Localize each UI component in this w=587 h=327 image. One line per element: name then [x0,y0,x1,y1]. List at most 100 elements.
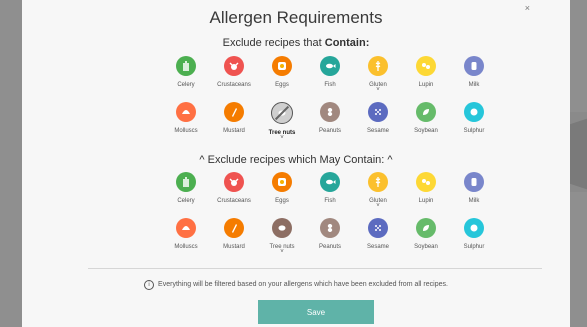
save-button[interactable]: Save [258,300,374,324]
tree-nuts-icon[interactable] [271,102,293,124]
soybean-icon[interactable] [416,218,436,238]
may-contain-heading[interactable]: ^ Exclude recipes which May Contain: ^ [22,154,570,166]
modal-title: Allergen Requirements [209,8,383,27]
gluten-icon[interactable] [368,172,388,192]
allergen-item[interactable]: Soybean [402,218,450,264]
sesame-icon[interactable] [368,102,388,122]
allergen-label: Crustaceans [217,82,251,88]
celery-icon[interactable] [176,56,196,76]
allergen-label: Celery [177,198,195,204]
allergen-row: Celery Crustaceans Eggs Fish Gluten ˅ Lupin Mil… [162,56,498,102]
milk-icon[interactable] [464,172,484,192]
allergen-label: Milk [468,198,480,204]
allergen-label: Sesame [366,244,389,250]
allergen-item[interactable]: Eggs [258,172,306,218]
eggs-icon[interactable] [272,56,292,76]
chevron-down-icon[interactable]: ˅ [376,203,380,209]
allergen-label: Peanuts [318,244,342,250]
may-contain-bold: May Contain: [319,154,385,166]
contain-heading-prefix: Exclude recipes that [222,37,325,49]
fish-icon[interactable] [320,56,340,76]
may-contain-prefix: ^ Exclude recipes which [199,154,320,166]
info-icon: i [144,280,155,290]
crustaceans-icon[interactable] [224,172,244,192]
sesame-icon[interactable] [368,218,388,238]
allergen-item[interactable]: Peanuts [306,102,354,148]
gluten-icon[interactable] [368,56,388,76]
allergen-row: Molluscs Mustard Tree nuts ˅ Peanuts Sesame So… [162,102,498,148]
allergen-item[interactable]: Gluten ˅ [354,56,402,102]
allergen-item[interactable]: Sulphur [450,218,498,264]
allergen-item[interactable]: Sesame [354,218,402,264]
info-text: Everything will be filtered based on you… [158,281,448,288]
info-note: i Everything will be filtered based on yo… [22,280,570,290]
crustaceans-icon[interactable] [224,56,244,76]
allergen-label: Lupin [418,82,434,88]
chevron-down-icon[interactable]: ˅ [280,135,284,141]
allergen-item[interactable]: Eggs [258,56,306,102]
allergen-item[interactable]: Soybean [402,102,450,148]
allergen-item[interactable]: Lupin [402,172,450,218]
allergen-item[interactable]: Lupin [402,56,450,102]
allergen-label: Soybean [414,244,438,250]
allergen-row: Molluscs Mustard Tree nuts ˅ Peanuts Sesame So… [162,218,498,264]
molluscs-icon[interactable] [176,218,196,238]
allergen-label: Crustaceans [217,198,251,204]
contain-heading: Exclude recipes that Contain: [22,37,570,49]
allergen-label: Molluscs [174,128,198,134]
may-contain-allergen-grid: Celery Crustaceans Eggs Fish Gluten ˅ Lupin Mil… [162,172,498,264]
tree-nuts-icon[interactable] [272,218,292,238]
allergen-label: Molluscs [174,244,198,250]
allergen-item[interactable]: Crustaceans [210,172,258,218]
sulphur-icon[interactable] [464,218,484,238]
allergen-item[interactable]: Gluten ˅ [354,172,402,218]
mustard-icon[interactable] [224,102,244,122]
allergen-label: Sulphur [463,244,485,250]
allergen-item[interactable]: Celery [162,172,210,218]
chevron-down-icon[interactable]: ˅ [376,87,380,93]
allergen-modal: × Allergen Requirements Exclude recipes … [22,0,570,327]
allergen-item[interactable]: Sulphur [450,102,498,148]
milk-icon[interactable] [464,56,484,76]
lupin-icon[interactable] [416,56,436,76]
divider [88,268,542,269]
celery-icon[interactable] [176,172,196,192]
allergen-item[interactable]: Mustard [210,102,258,148]
soybean-icon[interactable] [416,102,436,122]
allergen-item[interactable]: Celery [162,56,210,102]
allergen-label: Sesame [366,128,389,134]
allergen-item[interactable]: Molluscs [162,218,210,264]
allergen-label: Fish [324,198,336,204]
peanuts-icon[interactable] [320,218,340,238]
allergen-item[interactable]: Fish [306,172,354,218]
allergen-item[interactable]: Milk [450,172,498,218]
eggs-icon[interactable] [272,172,292,192]
allergen-item[interactable]: Sesame [354,102,402,148]
allergen-label: Celery [177,82,195,88]
allergen-label: Soybean [414,128,438,134]
allergen-item[interactable]: Tree nuts ˅ [258,218,306,264]
allergen-label: Mustard [223,244,245,250]
allergen-label: Mustard [223,128,245,134]
fish-icon[interactable] [320,172,340,192]
allergen-label: Lupin [418,198,434,204]
contain-heading-bold: Contain: [324,37,370,49]
allergen-label: Sulphur [463,128,485,134]
molluscs-icon[interactable] [176,102,196,122]
lupin-icon[interactable] [416,172,436,192]
allergen-item[interactable]: Crustaceans [210,56,258,102]
allergen-label: Peanuts [318,128,342,134]
allergen-item[interactable]: Tree nuts ˅ [258,102,306,148]
peanuts-icon[interactable] [320,102,340,122]
may-contain-suffix: ^ [384,154,393,166]
allergen-item[interactable]: Mustard [210,218,258,264]
allergen-label: Eggs [275,198,289,204]
allergen-row: Celery Crustaceans Eggs Fish Gluten ˅ Lupin Mil… [162,172,498,218]
allergen-item[interactable]: Molluscs [162,102,210,148]
mustard-icon[interactable] [224,218,244,238]
allergen-item[interactable]: Milk [450,56,498,102]
sulphur-icon[interactable] [464,102,484,122]
chevron-down-icon[interactable]: ˅ [280,249,284,255]
allergen-item[interactable]: Peanuts [306,218,354,264]
allergen-item[interactable]: Fish [306,56,354,102]
